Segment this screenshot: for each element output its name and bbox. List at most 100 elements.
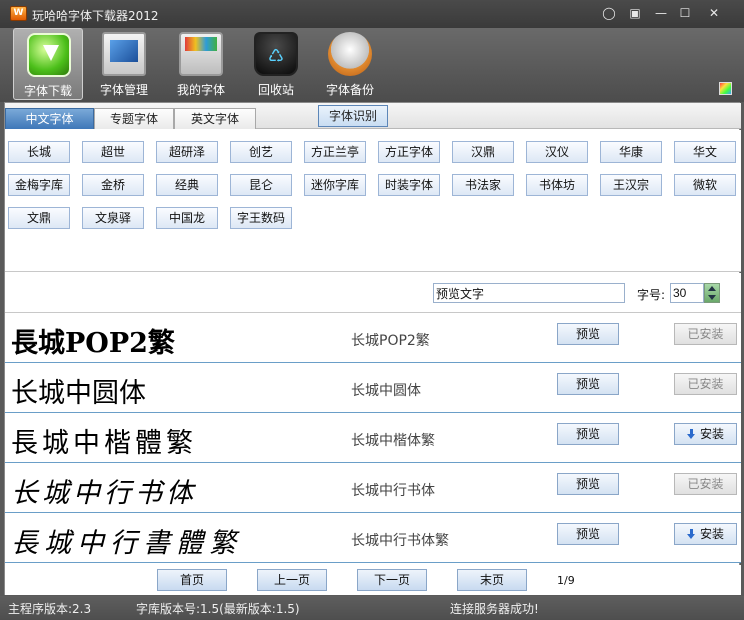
preview-button[interactable]: 预览 [557,323,619,345]
app-logo-icon: W [10,6,27,21]
status-bar: 主程序版本:2.3 字库版本号:1.5(最新版本:1.5) 连接服务器成功! [0,596,744,620]
app-window: W 玩哈哈字体下载器2012 ◯ ▣ — ☐ ✕ 字体下载 字体管理 我的字体 … [0,0,744,620]
backup-icon [328,32,372,76]
category-button[interactable]: 中国龙 [156,207,218,229]
category-button[interactable]: 微软 [674,174,736,196]
installed-button[interactable]: 已安装 [674,373,737,395]
toolbar-font-backup[interactable]: 字体备份 [315,28,385,100]
recycle-bin-icon [254,32,298,76]
category-button[interactable]: 华康 [600,141,662,163]
preview-controls: 字号: [5,273,741,313]
font-size-input[interactable] [670,283,704,303]
category-button[interactable]: 方正字体 [378,141,440,163]
page-indicator: 1/9 [557,574,575,587]
program-version: 主程序版本:2.3 [8,600,91,617]
toolbar-label: 字体备份 [315,81,385,98]
category-button[interactable]: 书法家 [452,174,514,196]
category-button[interactable]: 时装字体 [378,174,440,196]
category-button[interactable]: 汉仪 [526,141,588,163]
category-button[interactable]: 金桥 [82,174,144,196]
preview-button[interactable]: 预览 [557,373,619,395]
font-row: 長城中行書體繁 长城中行书体繁 预览 安装 [5,513,741,563]
tab-english-fonts[interactable]: 英文字体 [174,108,256,129]
font-name: 长城中楷体繁 [351,430,435,450]
font-row: 長城POP2繁 长城POP2繁 预览 已安装 [5,313,741,363]
toolbar-label: 我的字体 [166,81,236,98]
category-button[interactable]: 超研泽 [156,141,218,163]
font-name: 长城POP2繁 [351,330,430,350]
tab-chinese-fonts[interactable]: 中文字体 [5,108,94,129]
menu-icon[interactable]: ▣ [624,5,646,22]
my-fonts-icon [179,32,223,76]
installed-button[interactable]: 已安装 [674,473,737,495]
install-label: 安装 [700,527,724,541]
download-arrow-icon [687,429,696,439]
toolbar-recycle-bin[interactable]: 回收站 [241,28,311,100]
next-page-button[interactable]: 下一页 [357,569,427,591]
category-button[interactable]: 文泉驿 [82,207,144,229]
spin-up-icon[interactable] [708,286,716,291]
preview-button[interactable]: 预览 [557,523,619,545]
connection-status: 连接服务器成功! [450,600,539,617]
font-sample: 長城中行書體繁 [11,521,242,560]
category-button[interactable]: 昆仑 [230,174,292,196]
category-button[interactable]: 华文 [674,141,736,163]
category-button[interactable]: 创艺 [230,141,292,163]
font-name: 长城中圆体 [351,380,421,400]
category-grid: 长城 超世 超研泽 创艺 方正兰亭 方正字体 汉鼎 汉仪 华康 华文 金梅字库 … [5,130,741,272]
category-button[interactable]: 金梅字库 [8,174,70,196]
database-version: 字库版本号:1.5(最新版本:1.5) [136,600,300,617]
toolbar-font-manage[interactable]: 字体管理 [89,28,159,100]
category-button[interactable]: 字王数码 [230,207,292,229]
font-name: 长城中行书体繁 [351,530,449,550]
installed-button[interactable]: 已安装 [674,323,737,345]
prev-page-button[interactable]: 上一页 [257,569,327,591]
font-name: 长城中行书体 [351,480,435,500]
category-button[interactable]: 书体坊 [526,174,588,196]
skin-icon[interactable]: ◯ [598,5,620,22]
font-sample: 長城POP2繁 [11,321,175,360]
install-label: 安装 [700,427,724,441]
window-title: 玩哈哈字体下载器2012 [32,7,159,24]
font-manage-icon [102,32,146,76]
toolbar-my-fonts[interactable]: 我的字体 [166,28,236,100]
font-row: 长城中圆体 长城中圆体 预览 已安装 [5,363,741,413]
install-button[interactable]: 安装 [674,523,737,545]
close-button[interactable]: ✕ [703,5,725,22]
title-bar: W 玩哈哈字体下载器2012 ◯ ▣ — ☐ ✕ [0,0,744,28]
color-theme-icon[interactable] [719,82,732,95]
main-toolbar: 字体下载 字体管理 我的字体 回收站 字体备份 [0,28,744,102]
pagination: 首页 上一页 下一页 末页 1/9 [5,565,741,595]
category-button[interactable]: 迷你字库 [304,174,366,196]
main-panel: 中文字体 专题字体 英文字体 字体识别 长城 超世 超研泽 创艺 方正兰亭 方正… [4,102,740,595]
minimize-button[interactable]: — [650,5,672,22]
first-page-button[interactable]: 首页 [157,569,227,591]
font-size-spinner[interactable] [704,283,720,303]
font-size-label: 字号: [637,286,665,303]
category-button[interactable]: 王汉宗 [600,174,662,196]
preview-button[interactable]: 预览 [557,423,619,445]
category-button[interactable]: 长城 [8,141,70,163]
font-list: 長城POP2繁 长城POP2繁 预览 已安装 长城中圆体 长城中圆体 预览 已安… [5,313,741,563]
category-button[interactable]: 超世 [82,141,144,163]
toolbar-label: 字体下载 [14,82,82,99]
preview-button[interactable]: 预览 [557,473,619,495]
category-button[interactable]: 汉鼎 [452,141,514,163]
download-arrow-icon [687,529,696,539]
toolbar-label: 字体管理 [89,81,159,98]
font-row: 长城中行书体 长城中行书体 预览 已安装 [5,463,741,513]
toolbar-font-download[interactable]: 字体下载 [13,28,83,100]
category-button[interactable]: 文鼎 [8,207,70,229]
toolbar-label: 回收站 [241,81,311,98]
font-row: 長城中楷體繁 长城中楷体繁 预览 安装 [5,413,741,463]
preview-text-input[interactable] [433,283,625,303]
category-button[interactable]: 方正兰亭 [304,141,366,163]
maximize-button[interactable]: ☐ [674,5,696,22]
last-page-button[interactable]: 末页 [457,569,527,591]
spin-down-icon[interactable] [708,295,716,300]
install-button[interactable]: 安装 [674,423,737,445]
tab-topic-fonts[interactable]: 专题字体 [94,108,174,129]
font-recognize-button[interactable]: 字体识别 [318,105,388,127]
category-tabs: 中文字体 专题字体 英文字体 字体识别 [5,103,741,129]
category-button[interactable]: 经典 [156,174,218,196]
